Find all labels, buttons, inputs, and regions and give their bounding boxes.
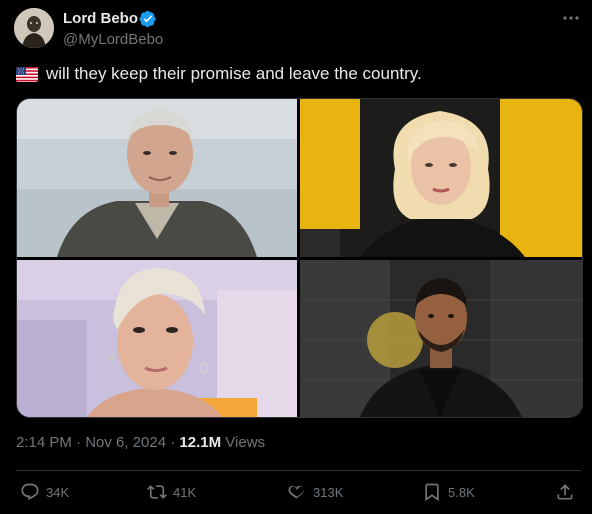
user-handle[interactable]: @MyLordBebo: [63, 31, 163, 48]
share-button[interactable]: [555, 482, 581, 502]
like-button[interactable]: 313K: [287, 482, 343, 502]
views-count[interactable]: 12.1M: [179, 434, 221, 451]
divider: [16, 470, 581, 471]
media-image-4[interactable]: [300, 260, 582, 417]
display-name[interactable]: Lord Bebo: [63, 10, 138, 27]
views-label: Views: [221, 434, 266, 451]
bookmark-button[interactable]: 5.8K: [422, 482, 475, 502]
bookmark-count: 5.8K: [448, 484, 475, 500]
tweet-text: will they keep their promise and leave t…: [16, 64, 422, 84]
us-flag-icon: [16, 66, 38, 82]
timestamp[interactable]: 2:14 PM · Nov 6, 2024 ·: [16, 434, 179, 451]
repost-icon: [147, 485, 167, 499]
media-image-2[interactable]: [300, 99, 582, 257]
tweet-meta: 2:14 PM · Nov 6, 2024 · 12.1M Views: [16, 434, 265, 451]
action-bar: 34K 41K 313K 5.8K: [0, 482, 592, 508]
reply-icon: [21, 483, 39, 501]
tweet-text-content: will they keep their promise and leave t…: [46, 64, 422, 83]
media-grid[interactable]: [16, 98, 583, 418]
heart-icon: [288, 485, 304, 499]
reply-button[interactable]: 34K: [20, 482, 69, 502]
media-image-3[interactable]: [17, 260, 297, 417]
reply-count: 34K: [46, 484, 70, 500]
repost-button[interactable]: 41K: [147, 482, 196, 502]
bookmark-icon: [425, 483, 439, 502]
media-image-1[interactable]: [17, 99, 297, 257]
avatar-image: [14, 8, 54, 48]
avatar[interactable]: [14, 8, 54, 48]
repost-count: 41K: [173, 484, 197, 500]
share-icon: [557, 484, 573, 500]
more-icon[interactable]: [560, 8, 582, 28]
verified-badge-icon: [139, 10, 156, 28]
like-count: 313K: [313, 484, 344, 500]
